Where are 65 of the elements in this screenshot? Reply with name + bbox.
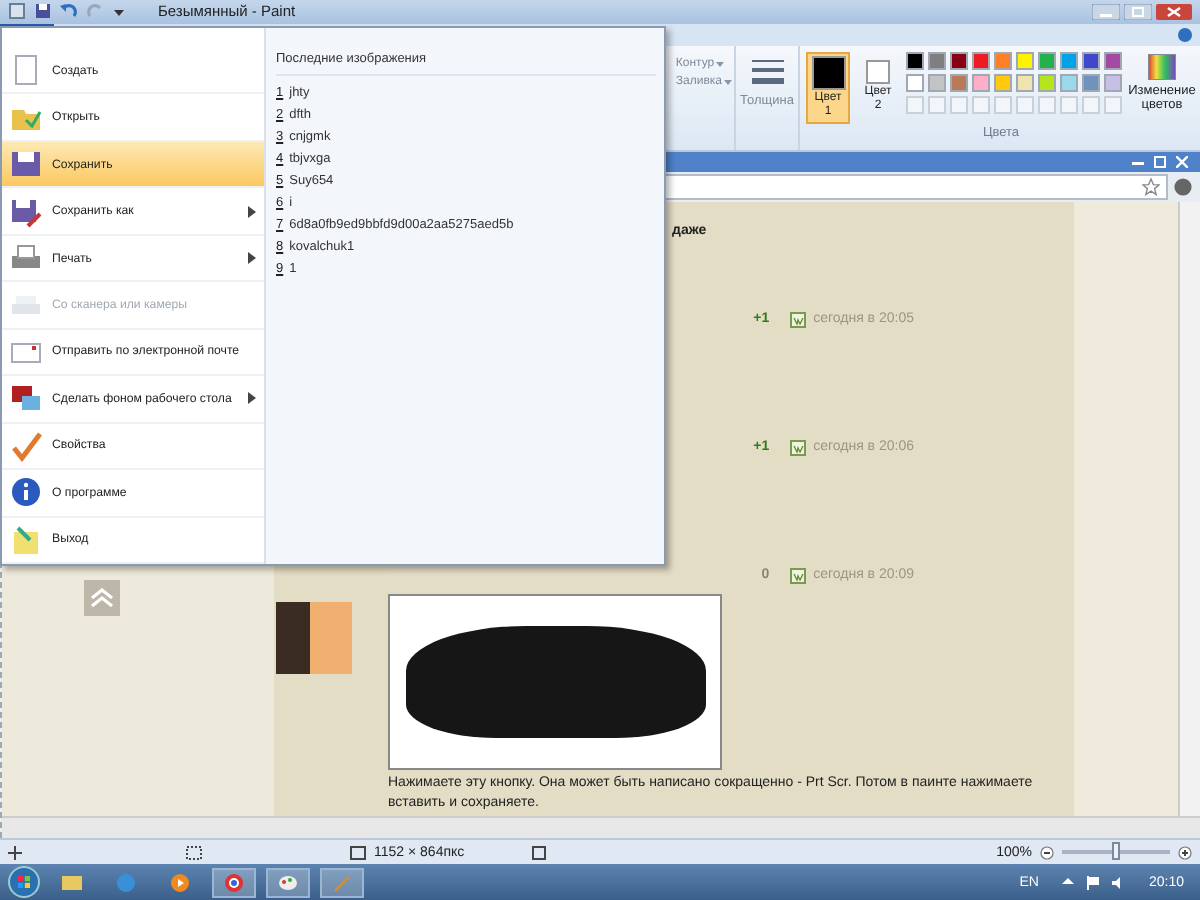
submenu-arrow-icon (248, 205, 256, 218)
exit-icon (10, 523, 42, 556)
start-orb-icon[interactable] (8, 866, 40, 899)
palette-swatch[interactable] (928, 51, 946, 70)
rainbow-icon (1148, 53, 1176, 80)
vk-icon[interactable] (789, 439, 806, 456)
restore-icon[interactable] (1154, 155, 1166, 168)
avatar-placeholder (276, 601, 352, 674)
selection-size-icon (186, 845, 202, 860)
palette-swatch[interactable] (1060, 51, 1078, 70)
palette-swatch[interactable] (1016, 51, 1034, 70)
vk-icon[interactable] (789, 567, 806, 584)
palette-swatch[interactable] (1038, 73, 1056, 92)
slider-thumb[interactable] (1112, 842, 1120, 861)
palette-swatch[interactable] (906, 51, 924, 70)
folder-icon (60, 870, 84, 895)
zoom-out-icon[interactable] (1040, 845, 1054, 860)
horizontal-scrollbar[interactable] (2, 816, 1200, 839)
close-icon[interactable] (1156, 3, 1192, 20)
maximize-icon[interactable] (1124, 3, 1152, 20)
vertical-scrollbar[interactable] (1178, 201, 1200, 817)
checkmark-icon (10, 429, 42, 462)
vk-icon[interactable] (789, 311, 806, 328)
flag-icon[interactable] (1086, 875, 1101, 890)
tray-arrow-icon[interactable] (1062, 876, 1075, 889)
zoom-in-icon[interactable] (1178, 845, 1192, 860)
circle-logo-icon (222, 870, 246, 895)
globe-icon (114, 870, 138, 895)
pencil-icon (330, 870, 354, 895)
play-icon (168, 870, 192, 895)
submenu-arrow-icon (248, 252, 256, 265)
palette-swatch[interactable] (1038, 51, 1056, 70)
palette-swatch[interactable] (950, 73, 968, 92)
palette-swatch[interactable] (1016, 73, 1034, 92)
close-icon[interactable] (1176, 155, 1188, 168)
palette-swatch[interactable] (972, 73, 990, 92)
palette-swatch[interactable] (972, 51, 990, 70)
palette-swatch[interactable] (928, 73, 946, 92)
palette-swatch[interactable] (950, 51, 968, 70)
star-icon[interactable] (1142, 177, 1160, 196)
monitor-icon (10, 382, 42, 415)
palette-swatch[interactable] (1082, 73, 1100, 92)
undo-icon[interactable] (60, 2, 78, 21)
info-icon (10, 476, 42, 509)
palette-swatch[interactable] (906, 73, 924, 92)
palette-swatch[interactable] (994, 51, 1012, 70)
minimize-icon[interactable] (1092, 3, 1120, 20)
palette-swatch[interactable] (1104, 73, 1122, 92)
save-icon[interactable] (34, 2, 52, 21)
cursor-position-icon (8, 845, 22, 860)
palette-swatch[interactable] (1060, 73, 1078, 92)
file-size-icon (532, 845, 547, 860)
palette-swatch[interactable] (1104, 51, 1122, 70)
blank-page-icon (10, 54, 42, 87)
redo-icon[interactable] (86, 2, 104, 21)
taskbar-app-button[interactable] (266, 867, 310, 898)
scroll-up-icon[interactable] (84, 579, 120, 616)
palette-swatch[interactable] (994, 73, 1012, 92)
palette-swatch[interactable] (1082, 51, 1100, 70)
line-thickness-icon (751, 57, 783, 86)
canvas-size-icon (350, 845, 366, 860)
palette-icon (276, 870, 300, 895)
taskbar-app-button[interactable] (212, 867, 256, 898)
submenu-arrow-icon (248, 392, 256, 405)
taskbar-app-button[interactable] (320, 867, 364, 898)
